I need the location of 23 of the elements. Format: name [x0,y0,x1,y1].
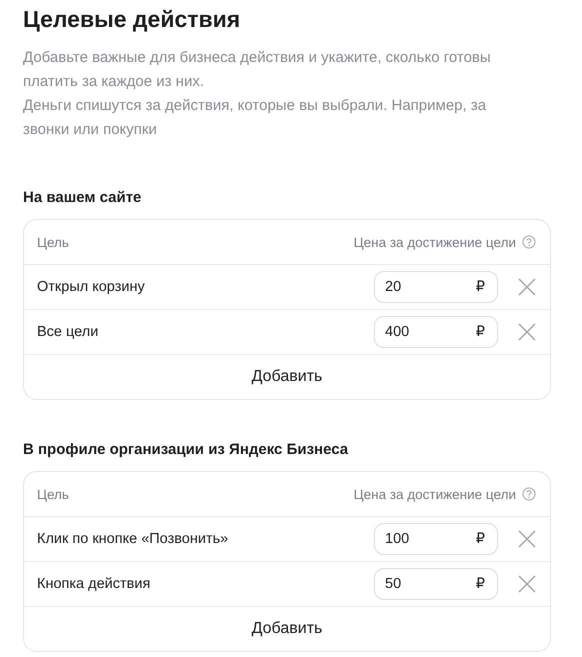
column-header: Цель [37,486,69,502]
close-icon[interactable] [518,530,536,548]
price-field[interactable]: 400 ₽ [374,316,498,348]
description-text: Добавьте важные для бизнеса действия и укажите, сколько готовы платить за каждое из них. [23,48,492,92]
page-title: Целевые действия [23,5,242,34]
help-icon[interactable] [522,235,536,249]
goal-name: Кнопка действия [37,576,152,592]
goal-name: Клик по кнопке «Позвонить» [37,531,230,547]
goal-name: Открыл корзину [37,279,146,295]
description-text: Деньги спишутся за действия, которые вы выбрали. Например, за звонки или покупки [23,96,488,140]
column-header: Цена за достижение цели [354,486,516,502]
column-header: Цель [37,234,69,250]
close-icon[interactable] [518,323,536,341]
help-icon[interactable] [522,487,536,501]
section-heading: На вашем сайте [23,188,142,208]
price-field[interactable]: 20 ₽ [374,271,498,303]
close-icon[interactable] [518,575,536,593]
column-header: Цена за достижение цели [354,234,516,250]
price-field[interactable]: 50 ₽ [374,568,498,600]
goal-name: Все цели [37,324,100,340]
section-heading: В профиле организации из Яндекс Бизнеса [23,440,350,460]
close-icon[interactable] [518,278,536,296]
price-field[interactable]: 100 ₽ [374,523,498,555]
